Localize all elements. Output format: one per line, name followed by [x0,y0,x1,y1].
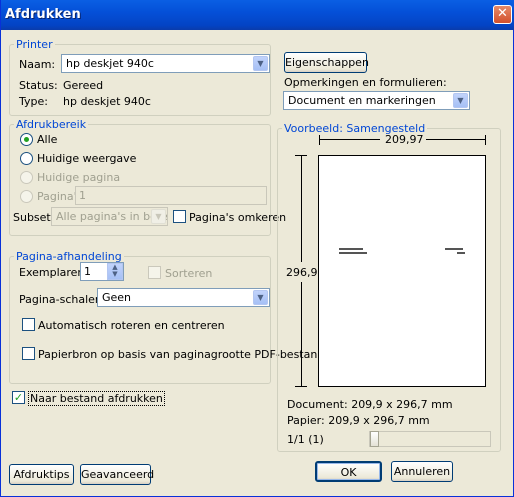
auto-rotate-checkbox[interactable] [22,318,35,331]
advanced-button[interactable]: Geavanceerd [80,464,154,485]
preview-width-label: 209,97 [385,133,424,146]
close-button[interactable]: ✕ [493,5,512,24]
page-slider[interactable] [369,431,491,447]
title-bar: Afdrukken ✕ [1,0,514,30]
range-all-radio[interactable] [20,133,33,146]
page-scaling-value: Geen [102,291,132,304]
height-dim-line-bottom [301,282,302,386]
print-tips-button[interactable]: Afdruktips [9,464,74,485]
print-to-file-checkbox[interactable]: ✓ [12,391,25,404]
range-pages-radio [20,190,33,203]
height-dim-bottom-tick [295,386,307,387]
reverse-pages-label[interactable]: Pagina's omkeren [189,211,286,224]
paper-source-checkbox[interactable] [22,347,35,360]
width-dim-line-left [320,139,380,140]
printer-type-value: hp deskjet 940c [63,95,151,108]
page-indicator: 1/1 (1) [287,433,324,446]
comments-forms-select[interactable]: Document en markeringen ▼ [283,91,470,110]
auto-rotate-label[interactable]: Automatisch roteren en centreren [38,319,225,332]
page-scaling-label: Pagina-schalen: [19,293,106,306]
printer-group-legend: Printer [16,38,53,51]
window-title: Afdrukken [5,7,81,22]
printer-name-select[interactable]: hp deskjet 940c ▼ [61,54,270,73]
width-dim-line-right [426,139,485,140]
page-scaling-select[interactable]: Geen ▼ [97,288,270,307]
printer-status-label: Status: [19,79,58,92]
reverse-pages-checkbox[interactable] [173,210,186,223]
chevron-down-icon: ▼ [253,56,268,71]
preview-text-block-left [339,248,363,250]
comments-forms-value: Document en markeringen [288,94,436,107]
cancel-button[interactable]: Annuleren [391,461,453,482]
document-size-text: Document: 209,9 x 296,7 mm [287,398,453,411]
ok-button[interactable]: OK [315,461,382,482]
radio-selected-dot [24,137,29,142]
range-current-page-label: Huidige pagina [37,171,121,184]
chevron-down-icon: ▼ [253,290,268,305]
copies-label: Exemplaren: [19,266,89,279]
range-current-view-label[interactable]: Huidige weergave [37,152,136,165]
print-dialog: Afdrukken ✕ Printer Naam: hp deskjet 940… [0,0,514,497]
height-dim-line-top [301,156,302,262]
paper-size-text: Papier: 209,9 x 296,7 mm [287,414,430,427]
printer-name-label: Naam: [19,58,56,71]
printer-type-label: Type: [19,95,48,108]
preview-text-block-right-2 [457,252,465,254]
preview-text-block-right [445,248,463,250]
range-pages-input: 1 [75,186,267,205]
range-all-label[interactable]: Alle [37,133,57,146]
comments-forms-label: Opmerkingen en formulieren: [284,76,447,89]
printer-name-value: hp deskjet 940c [66,57,154,70]
chevron-down-icon: ▼ [151,209,166,224]
collate-checkbox [148,266,161,279]
collate-label: Sorteren [165,267,213,280]
printer-status-value: Gereed [63,79,104,92]
copies-spinner[interactable]: ▲ ▼ [107,263,123,280]
preview-page [318,155,486,387]
width-dim-right-tick [485,135,486,145]
width-dim-left-tick [319,135,320,145]
print-to-file-label[interactable]: Naar bestand afdrukken [28,391,165,406]
subset-select: Alle pagina's in bereik ▼ [51,207,168,226]
range-current-view-radio[interactable] [20,152,33,165]
page-slider-thumb[interactable] [370,431,379,447]
properties-button[interactable]: Eigenschappen [284,52,369,73]
subset-label: Subset: [13,211,55,224]
preview-text-block-left-2 [339,252,367,254]
chevron-down-icon: ▼ [453,93,468,108]
print-range-legend: Afdrukbereik [16,118,87,131]
range-current-page-radio [20,171,33,184]
